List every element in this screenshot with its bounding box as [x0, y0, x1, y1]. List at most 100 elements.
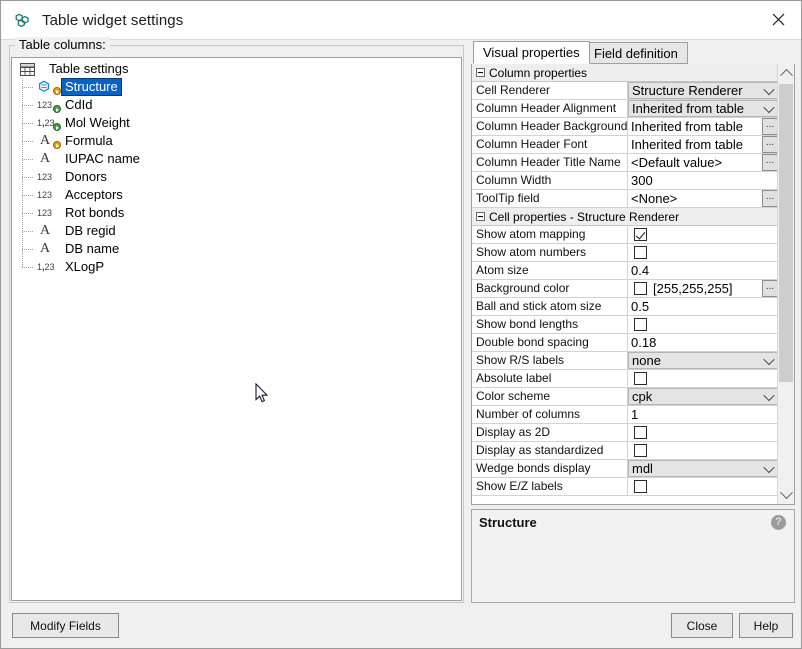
tree-connector — [20, 204, 36, 222]
property-checkbox[interactable] — [628, 442, 778, 459]
property-text[interactable]: 300 — [628, 172, 778, 189]
property-dropdown[interactable]: cpk — [628, 388, 778, 405]
property-name: Show atom mapping — [472, 226, 628, 243]
property-row: Atom size0.4 — [472, 262, 778, 280]
property-checkbox[interactable] — [628, 370, 778, 387]
tree-item-iupac-name[interactable]: AIUPAC name — [12, 150, 461, 168]
checkbox-unchecked-icon[interactable] — [634, 480, 647, 493]
property-text[interactable]: 1 — [628, 406, 778, 423]
collapse-icon[interactable] — [476, 212, 485, 221]
browse-ellipsis-button[interactable]: ... — [762, 136, 778, 153]
browse-ellipsis-button[interactable]: ... — [762, 190, 778, 207]
property-text-with-picker[interactable]: Inherited from table... — [628, 136, 778, 153]
property-row: Column Header AlignmentInherited from ta… — [472, 100, 778, 118]
tree-connector — [20, 150, 36, 168]
property-dropdown[interactable]: none — [628, 352, 778, 369]
tree-root-label: Table settings — [46, 61, 132, 77]
browse-ellipsis-button[interactable]: ... — [762, 118, 778, 135]
property-text[interactable]: 0.5 — [628, 298, 778, 315]
property-row: Show E/Z labels — [472, 478, 778, 496]
modify-fields-button[interactable]: Modify Fields — [12, 613, 119, 638]
chevron-down-icon — [763, 83, 774, 94]
tree-connector — [20, 258, 36, 276]
property-text[interactable]: 0.18 — [628, 334, 778, 351]
collapse-icon[interactable] — [476, 68, 485, 77]
property-text-with-picker[interactable]: <None>... — [628, 190, 778, 207]
properties-scrollbar[interactable] — [777, 64, 794, 504]
scroll-down-icon[interactable] — [778, 487, 794, 504]
properties-grid: Column propertiesCell RendererStructure … — [471, 64, 795, 505]
scroll-up-icon[interactable] — [778, 64, 794, 81]
green-run-dot-icon — [53, 123, 61, 131]
tab-field-definition[interactable]: Field definition — [584, 42, 688, 64]
checkbox-unchecked-icon[interactable] — [634, 444, 647, 457]
help-question-icon[interactable]: ? — [771, 515, 786, 530]
property-row: Column Header FontInherited from table..… — [472, 136, 778, 154]
property-name: Column Header Title Name — [472, 154, 628, 171]
scrollbar-thumb[interactable] — [779, 84, 793, 382]
property-checkbox[interactable] — [628, 316, 778, 333]
structure-hexagon-icon — [36, 78, 62, 96]
decimal-icon: 1,23 — [36, 114, 62, 132]
property-dropdown[interactable]: Inherited from table — [628, 100, 778, 117]
property-name: Display as standardized — [472, 442, 628, 459]
tree-item-acceptors[interactable]: 123Acceptors — [12, 186, 461, 204]
property-row: Double bond spacing0.18 — [472, 334, 778, 352]
property-color-picker[interactable]: [255,255,255]... — [628, 280, 778, 297]
tree-item-label: XLogP — [62, 259, 107, 275]
property-row: Display as standardized — [472, 442, 778, 460]
checkbox-unchecked-icon[interactable] — [634, 372, 647, 385]
help-button[interactable]: Help — [739, 613, 793, 638]
property-name: Double bond spacing — [472, 334, 628, 351]
text-icon: A — [36, 222, 62, 240]
color-swatch-icon[interactable] — [634, 282, 647, 295]
property-name: Absolute label — [472, 370, 628, 387]
browse-ellipsis-button[interactable]: ... — [762, 154, 778, 171]
property-group-header[interactable]: Column properties — [472, 64, 778, 82]
tree-item-cdid[interactable]: 123CdId — [12, 96, 461, 114]
property-text-with-picker[interactable]: Inherited from table... — [628, 118, 778, 135]
tree-item-db-name[interactable]: ADB name — [12, 240, 461, 258]
tree-item-rot-bonds[interactable]: 123Rot bonds — [12, 204, 461, 222]
tree-item-label: Mol Weight — [62, 115, 133, 131]
close-icon[interactable] — [755, 1, 801, 38]
browse-ellipsis-button[interactable]: ... — [762, 280, 778, 297]
properties-panel: Visual properties Field definition Colum… — [471, 41, 795, 603]
checkbox-checked-icon[interactable] — [634, 228, 647, 241]
close-button[interactable]: Close — [671, 613, 733, 638]
tab-field-definition-label: Field definition — [594, 46, 678, 61]
property-row: Show atom numbers — [472, 244, 778, 262]
property-checkbox[interactable] — [628, 244, 778, 261]
checkbox-unchecked-icon[interactable] — [634, 318, 647, 331]
checkbox-unchecked-icon[interactable] — [634, 246, 647, 259]
property-row: Column Header Title Name<Default value>.… — [472, 154, 778, 172]
checkbox-unchecked-icon[interactable] — [634, 426, 647, 439]
property-dropdown[interactable]: mdl — [628, 460, 778, 477]
tree-root-node[interactable]: Table settings — [12, 60, 461, 78]
property-checkbox[interactable] — [628, 424, 778, 441]
property-text-with-picker[interactable]: <Default value>... — [628, 154, 778, 171]
tree-item-xlogp[interactable]: 1,23XLogP — [12, 258, 461, 276]
tab-visual-properties[interactable]: Visual properties — [473, 41, 590, 64]
property-checkbox[interactable] — [628, 478, 778, 495]
property-checkbox[interactable] — [628, 226, 778, 243]
table-columns-tree[interactable]: Table settingsStructure123CdId1,23Mol We… — [11, 57, 462, 601]
orange-run-dot-icon — [53, 87, 61, 95]
property-row: Show R/S labelsnone — [472, 352, 778, 370]
tree-item-db-regid[interactable]: ADB regid — [12, 222, 461, 240]
type-text-glyph: A — [40, 133, 50, 149]
tree-item-label: Rot bonds — [62, 205, 127, 221]
property-group-header[interactable]: Cell properties - Structure Renderer — [472, 208, 778, 226]
type-text-glyph: A — [40, 151, 50, 167]
tree-item-label: CdId — [62, 97, 95, 113]
property-text[interactable]: 0.4 — [628, 262, 778, 279]
tree-item-formula[interactable]: AFormula — [12, 132, 461, 150]
tree-item-structure[interactable]: Structure — [12, 78, 461, 96]
tree-item-mol-weight[interactable]: 1,23Mol Weight — [12, 114, 461, 132]
property-dropdown[interactable]: Structure Renderer — [628, 82, 778, 99]
property-value: mdl — [632, 460, 653, 477]
property-row: Wedge bonds displaymdl — [472, 460, 778, 478]
tree-item-donors[interactable]: 123Donors — [12, 168, 461, 186]
property-value: Inherited from table — [631, 136, 743, 153]
property-row: Color schemecpk — [472, 388, 778, 406]
